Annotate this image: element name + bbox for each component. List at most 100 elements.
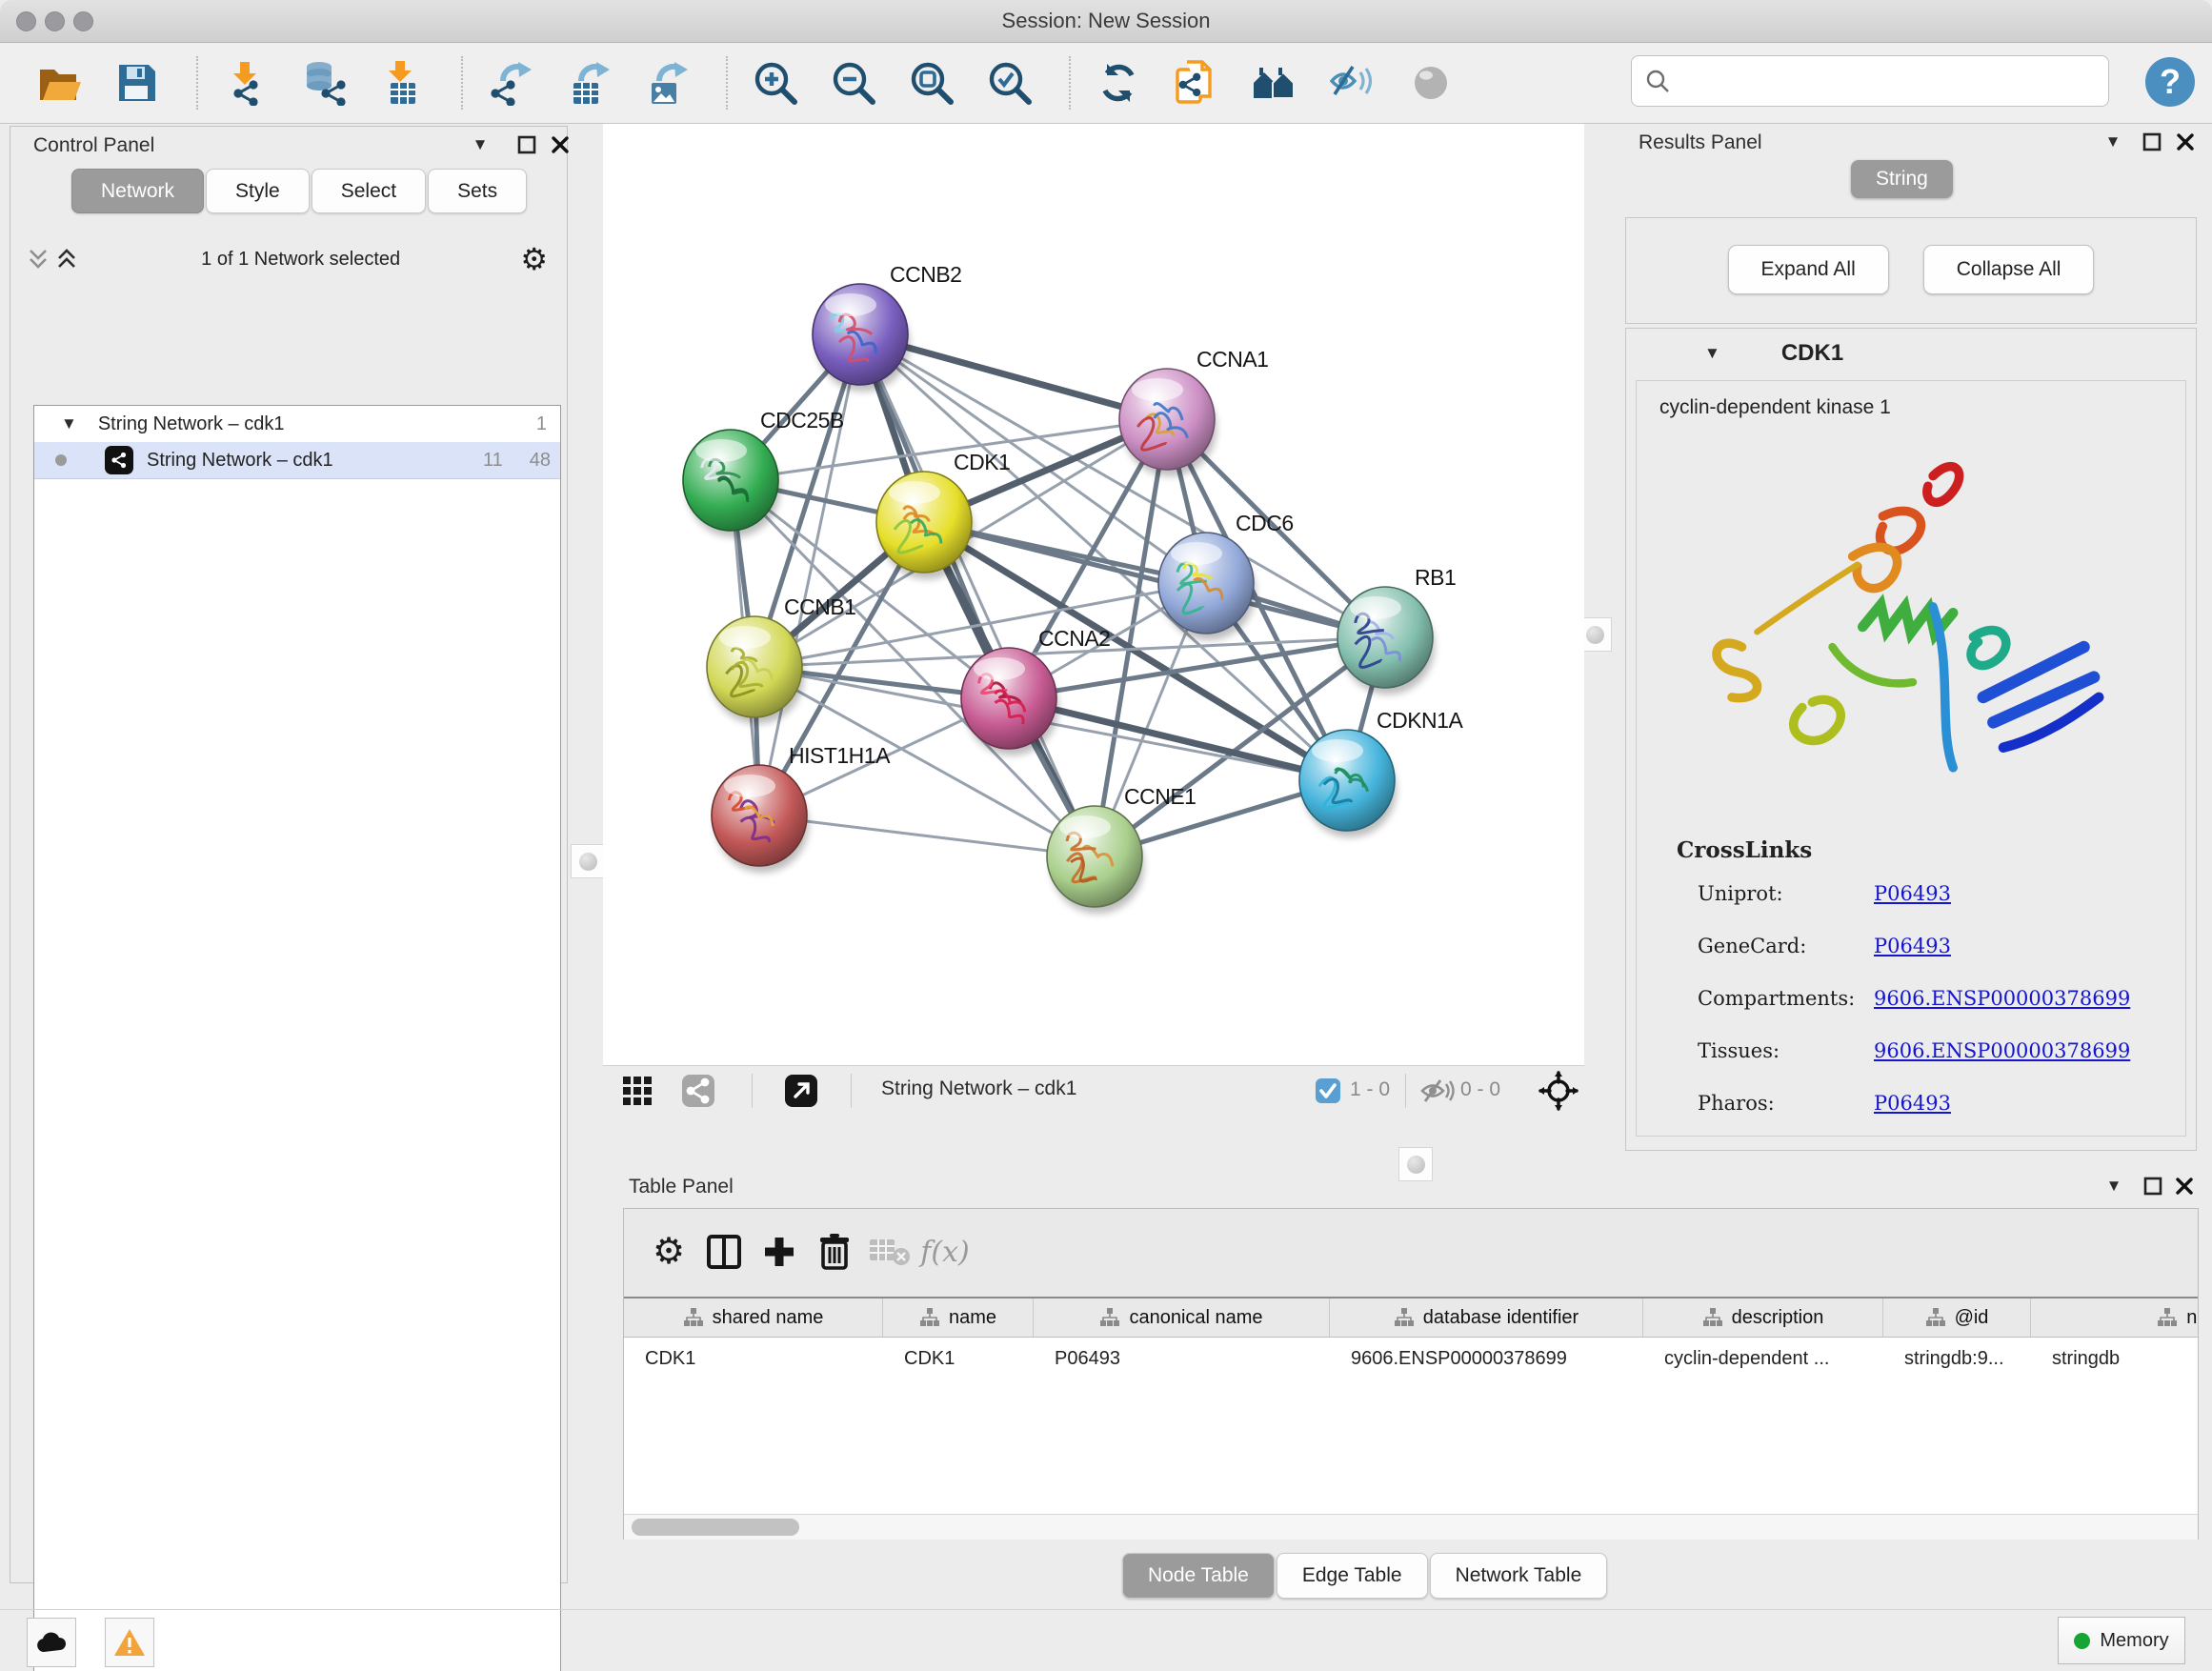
- node-CDKN1A[interactable]: [1299, 730, 1397, 837]
- crosslink-value-link[interactable]: P06493: [1874, 882, 1951, 905]
- search-field[interactable]: [1631, 55, 2109, 107]
- open-in-window-icon[interactable]: [784, 1074, 818, 1113]
- tab-style[interactable]: Style: [206, 169, 310, 213]
- crosslink-value-link[interactable]: P06493: [1874, 935, 1951, 957]
- node-CCNA2[interactable]: [961, 648, 1058, 755]
- tab-network-table[interactable]: Network Table: [1430, 1553, 1608, 1599]
- collapse-all-networks-icon[interactable]: [24, 245, 52, 273]
- scrollbar-thumb[interactable]: [632, 1519, 799, 1536]
- import-table-icon[interactable]: [375, 56, 429, 110]
- results-panel-float-icon[interactable]: [2138, 128, 2166, 156]
- bird-eye-icon[interactable]: [1404, 56, 1458, 110]
- string-home-icon[interactable]: [1248, 56, 1301, 110]
- crosslink-value-link[interactable]: 9606.ENSP00000378699: [1874, 1039, 2130, 1062]
- export-table-icon[interactable]: [562, 56, 615, 110]
- results-panel-close-icon[interactable]: [2171, 128, 2200, 156]
- string-view-icon[interactable]: [681, 1074, 715, 1113]
- collection-expand-icon[interactable]: ▼: [61, 414, 77, 433]
- gene-section-header[interactable]: ▼ CDK1: [1626, 329, 2196, 378]
- gene-collapse-icon[interactable]: ▼: [1704, 344, 1720, 363]
- node-label-CCNE1: CCNE1: [1124, 784, 1196, 809]
- expand-all-button[interactable]: Expand All: [1728, 245, 1889, 294]
- tab-select[interactable]: Select: [312, 169, 426, 213]
- zoom-fit-icon[interactable]: [905, 56, 958, 110]
- open-file-icon[interactable]: [32, 56, 86, 110]
- table-horizontal-scrollbar[interactable]: [624, 1514, 2198, 1540]
- import-network-file-icon[interactable]: [219, 56, 272, 110]
- table-cell: stringdb: [2031, 1338, 2198, 1379]
- node-CCNB1[interactable]: [707, 616, 804, 724]
- node-CDC6[interactable]: [1158, 533, 1256, 640]
- network-options-gear-icon[interactable]: ⚙: [520, 244, 548, 274]
- control-panel-float-icon[interactable]: [513, 131, 541, 159]
- tab-node-table[interactable]: Node Table: [1122, 1553, 1275, 1599]
- crosslink-value-link[interactable]: 9606.ENSP00000378699: [1874, 987, 2130, 1010]
- memory-button[interactable]: Memory: [2058, 1617, 2185, 1664]
- table-panel-collapse-icon[interactable]: ▼: [2100, 1172, 2128, 1200]
- node-CCNB2[interactable]: [813, 284, 910, 392]
- node-HIST1H1A[interactable]: [712, 765, 809, 873]
- edge-CDK1-RB1[interactable]: [924, 522, 1385, 637]
- show-columns-icon[interactable]: [696, 1224, 752, 1279]
- save-session-icon[interactable]: [111, 56, 164, 110]
- column-header-namespace[interactable]: namespace: [2031, 1299, 2198, 1337]
- collapse-all-button[interactable]: Collapse All: [1923, 245, 2095, 294]
- import-network-database-icon[interactable]: [297, 56, 351, 110]
- nodes-selected-checkbox[interactable]: [1315, 1077, 1341, 1109]
- table-panel-close-icon[interactable]: [2170, 1172, 2199, 1200]
- clone-network-icon[interactable]: [1170, 56, 1223, 110]
- control-panel-close-icon[interactable]: [546, 131, 574, 159]
- tab-string[interactable]: String: [1851, 160, 1953, 198]
- node-CDK1[interactable]: [876, 472, 974, 579]
- zoom-in-icon[interactable]: [749, 56, 802, 110]
- add-column-icon[interactable]: [752, 1224, 807, 1279]
- help-button[interactable]: ?: [2143, 55, 2197, 113]
- export-network-icon[interactable]: [484, 56, 537, 110]
- string-network-graph[interactable]: CCNB2CCNA1CDC25BCDK1CDC6RB1CCNB1CCNA2CDK…: [603, 124, 1584, 1065]
- crosslink-value-link[interactable]: P06493: [1874, 1092, 1951, 1115]
- fit-selected-crosshair-icon[interactable]: [1538, 1071, 1579, 1116]
- refresh-view-icon[interactable]: [1092, 56, 1145, 110]
- column-header-description[interactable]: description: [1643, 1299, 1883, 1337]
- column-header-name[interactable]: name: [883, 1299, 1034, 1337]
- network-canvas[interactable]: CCNB2CCNA1CDC25BCDK1CDC6RB1CCNB1CCNA2CDK…: [603, 124, 1584, 1065]
- help-icon: ?: [2143, 55, 2197, 109]
- delete-table-icon[interactable]: [862, 1224, 917, 1279]
- node-CCNE1[interactable]: [1047, 806, 1144, 914]
- network-row-selected[interactable]: String Network – cdk1 11 48: [34, 442, 560, 479]
- column-header-shared-name[interactable]: shared name: [624, 1299, 883, 1337]
- tab-network[interactable]: Network: [71, 169, 204, 213]
- grid-view-icon[interactable]: [622, 1076, 653, 1111]
- function-builder-icon[interactable]: f(x): [917, 1224, 973, 1279]
- expand-all-networks-icon[interactable]: [52, 245, 81, 273]
- delete-column-trash-icon[interactable]: [807, 1224, 862, 1279]
- table-tabs: Node TableEdge TableNetwork Table: [1122, 1553, 1609, 1599]
- network-collection-row[interactable]: ▼ String Network – cdk1 1: [34, 406, 560, 442]
- tab-sets[interactable]: Sets: [428, 169, 527, 213]
- column-header--id[interactable]: @id: [1883, 1299, 2031, 1337]
- node-RB1[interactable]: [1337, 587, 1435, 695]
- table-panel-float-icon[interactable]: [2139, 1172, 2167, 1200]
- edge-HIST1H1A-CCNE1[interactable]: [759, 815, 1095, 856]
- column-header-canonical-name[interactable]: canonical name: [1034, 1299, 1330, 1337]
- zoom-selected-icon[interactable]: [983, 56, 1036, 110]
- left-splitter-handle[interactable]: [571, 844, 605, 878]
- crosslinks-list: Uniprot:P06493GeneCard:P06493Compartment…: [1698, 867, 2185, 1129]
- search-input[interactable]: [1679, 70, 2108, 93]
- zoom-out-icon[interactable]: [827, 56, 880, 110]
- crosslink-row: Tissues:9606.ENSP00000378699: [1698, 1024, 2185, 1077]
- cloud-button[interactable]: [27, 1618, 76, 1667]
- hidden-eye-icon[interactable]: [1418, 1076, 1455, 1111]
- column-header-database-identifier[interactable]: database identifier: [1330, 1299, 1643, 1337]
- tab-edge-table[interactable]: Edge Table: [1277, 1553, 1428, 1599]
- export-image-icon[interactable]: [640, 56, 694, 110]
- table-row[interactable]: CDK1CDK1P064939606.ENSP00000378699cyclin…: [624, 1338, 2198, 1379]
- warning-button[interactable]: [105, 1618, 154, 1667]
- show-hide-icon[interactable]: [1326, 56, 1379, 110]
- results-panel-collapse-icon[interactable]: ▼: [2099, 128, 2127, 156]
- control-panel-collapse-icon[interactable]: ▼: [466, 131, 494, 159]
- node-CCNA1[interactable]: [1119, 369, 1217, 476]
- edge-CCNB2-CCNE1[interactable]: [860, 334, 1095, 856]
- table-options-gear-icon[interactable]: ⚙: [641, 1224, 696, 1279]
- node-CDC25B[interactable]: [683, 430, 780, 537]
